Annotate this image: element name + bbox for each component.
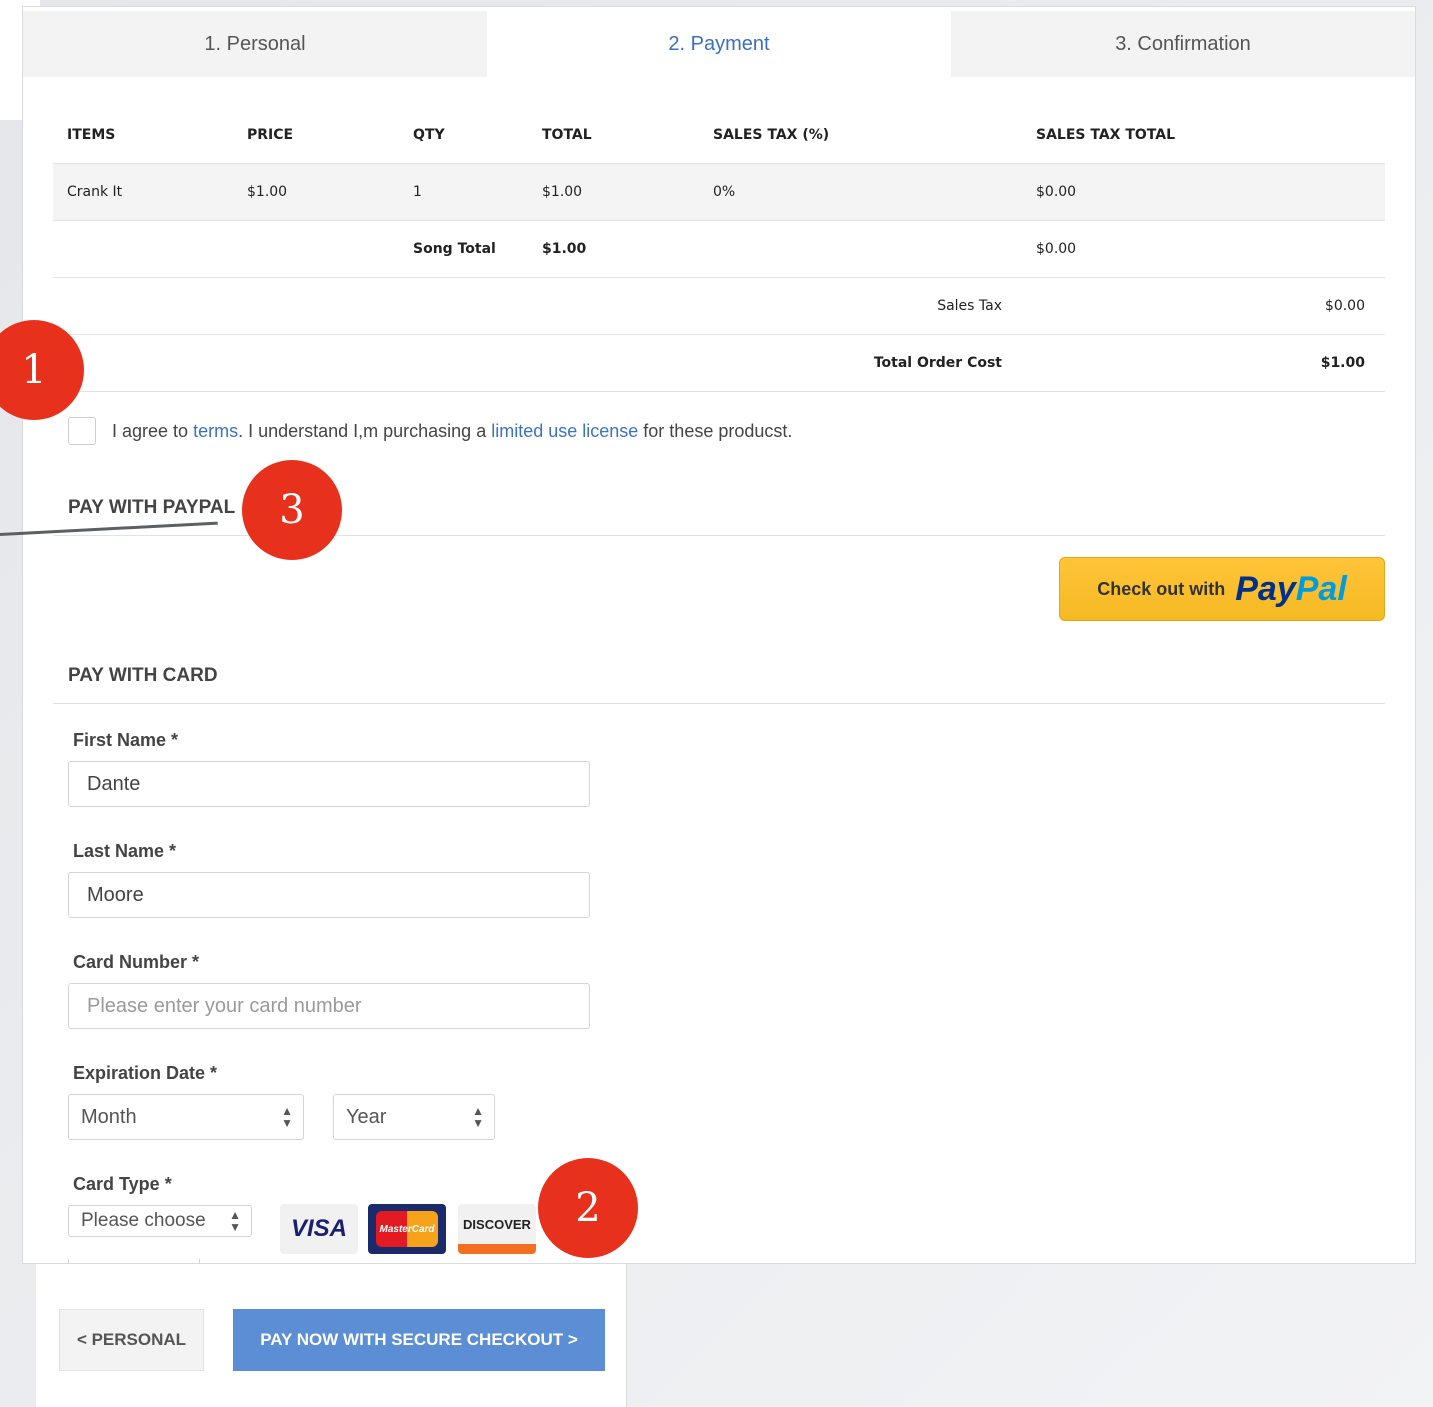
- paypal-button-text: Check out with: [1097, 578, 1226, 599]
- first-name-label: First Name *: [73, 730, 179, 750]
- header-qty: QTY: [399, 107, 528, 164]
- sales-tax-label: Sales Tax: [53, 277, 1022, 335]
- last-name-input[interactable]: Moore: [68, 872, 590, 918]
- table-header-row: ITEMS PRICE QTY TOTAL SALES TAX (%) SALE…: [53, 107, 1385, 164]
- mastercard-logo: MasterCard: [368, 1204, 446, 1254]
- order-total-value: $1.00: [1022, 334, 1385, 392]
- tab-confirmation[interactable]: 3. Confirmation: [951, 11, 1415, 77]
- license-link[interactable]: limited use license: [491, 421, 638, 442]
- card-type-select[interactable]: Please choose ▲ ▼: [68, 1205, 252, 1237]
- back-personal-button[interactable]: < PERSONAL: [59, 1309, 204, 1371]
- cell-tax-total: $0.00: [1022, 163, 1312, 221]
- month-select[interactable]: Month ▲ ▼: [68, 1094, 304, 1140]
- sales-tax-row: Sales Tax $0.00: [53, 277, 1385, 335]
- terms-prefix: I agree to: [112, 420, 194, 441]
- visa-logo: VISA: [280, 1204, 358, 1254]
- card-number-input[interactable]: Please enter your card number: [68, 983, 590, 1029]
- annotation-badge-3: 3: [242, 460, 342, 560]
- step-tabs: 1. Personal 2. Payment 3. Confirmation: [23, 11, 1415, 77]
- song-total-row: Song Total $1.00 $0.00: [53, 220, 1385, 278]
- first-name-input[interactable]: Dante: [68, 761, 590, 807]
- card-type-label: Card Type *: [73, 1174, 172, 1194]
- table-row: Crank It $1.00 1 $1.00 0% $0.00: [53, 163, 1385, 221]
- cell-item: Crank It: [53, 163, 233, 221]
- card-section-title: PAY WITH CARD: [68, 665, 218, 686]
- header-sales-tax-total: SALES TAX TOTAL: [1022, 107, 1312, 164]
- pay-now-button[interactable]: PAY NOW WITH SECURE CHECKOUT >: [233, 1309, 605, 1371]
- expiration-label: Expiration Date *: [73, 1063, 218, 1083]
- paypal-section-title: PAY WITH PAYPAL: [68, 497, 236, 518]
- cell-total: $1.00: [528, 163, 699, 221]
- order-total-row: Total Order Cost $1.00: [53, 334, 1385, 392]
- annotation-badge-2: 2: [538, 1158, 638, 1258]
- order-total-label: Total Order Cost: [53, 334, 1022, 392]
- partial-input: [68, 1259, 200, 1263]
- year-select[interactable]: Year ▲ ▼: [333, 1094, 495, 1140]
- tab-payment[interactable]: 2. Payment: [487, 11, 951, 77]
- song-total-label: Song Total: [399, 220, 528, 278]
- song-total-value: $1.00: [528, 220, 699, 278]
- tab-personal[interactable]: 1. Personal: [23, 11, 487, 77]
- song-tax-total: $0.00: [1022, 220, 1312, 278]
- header-items: ITEMS: [53, 107, 233, 164]
- checkout-panel: 1. Personal 2. Payment 3. Confirmation I…: [22, 6, 1416, 1264]
- last-name-label: Last Name *: [73, 841, 177, 861]
- terms-agreement: I agree to terms . I understand I,m purc…: [68, 417, 792, 445]
- terms-link[interactable]: terms: [193, 421, 238, 442]
- select-arrows-icon: ▲ ▼: [229, 1208, 241, 1234]
- header-price: PRICE: [233, 107, 399, 164]
- cell-price: $1.00: [233, 163, 399, 221]
- card-number-label: Card Number *: [73, 952, 200, 972]
- header-sales-tax-pct: SALES TAX (%): [699, 107, 1022, 164]
- select-arrows-icon: ▲ ▼: [472, 1104, 484, 1130]
- paypal-checkout-button[interactable]: Check out with PayPal: [1059, 557, 1385, 621]
- sales-tax-value: $0.00: [1022, 277, 1385, 335]
- terms-middle: . I understand I,m purchasing a: [238, 420, 492, 441]
- order-table: ITEMS PRICE QTY TOTAL SALES TAX (%) SALE…: [53, 107, 1385, 392]
- terms-checkbox[interactable]: [68, 417, 96, 445]
- cell-tax-pct: 0%: [699, 163, 1022, 221]
- header-total: TOTAL: [528, 107, 699, 164]
- cell-qty: 1: [399, 163, 528, 221]
- paypal-logo: PayPal: [1235, 569, 1347, 608]
- select-arrows-icon: ▲ ▼: [281, 1104, 293, 1130]
- discover-logo: DISCOVER: [458, 1204, 536, 1254]
- terms-suffix: for these producst.: [638, 420, 793, 441]
- divider: [53, 703, 1385, 704]
